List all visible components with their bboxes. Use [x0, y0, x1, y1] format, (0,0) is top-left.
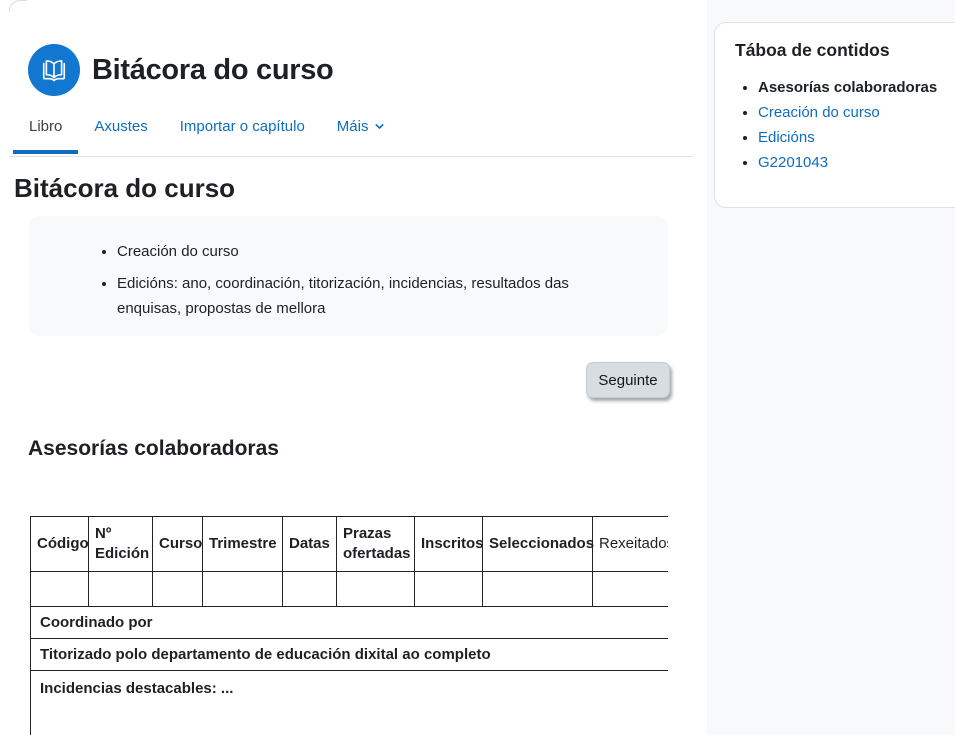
column-header: Nº Edición — [89, 517, 153, 572]
book-summary-box: Creación do curso Edicións: ano, coordin… — [29, 216, 668, 336]
column-header: Datas — [283, 517, 337, 572]
summary-item: Creación do curso — [117, 239, 623, 264]
tab-mais-dropdown[interactable]: Máis — [321, 110, 402, 154]
toc-item: Creación do curso — [758, 100, 955, 125]
page-title: Bitácora do curso — [92, 54, 333, 87]
summary-item: Edicións: ano, coordinación, titorizació… — [117, 271, 623, 321]
column-header: Código — [31, 517, 89, 572]
book-summary-list: Creación do curso Edicións: ano, coordin… — [29, 239, 623, 321]
tab-label: Libro — [29, 118, 62, 135]
card-corner-decoration — [9, 0, 27, 12]
column-header: Seleccionados — [483, 517, 593, 572]
column-header: Prazas ofertadas — [337, 517, 415, 572]
tab-importar-o-capitulo[interactable]: Importar o capítulo — [164, 110, 321, 154]
column-header: Curso — [153, 517, 203, 572]
main-content-region: Bitácora do curso Libro Axustes Importar… — [0, 0, 707, 735]
column-header: Trimestre — [203, 517, 283, 572]
next-chapter-button[interactable]: Seguinte — [586, 362, 670, 398]
table-row: Incidencias destacables: ... — [31, 671, 669, 735]
table-empty-cell — [203, 572, 283, 607]
table-empty-cell — [153, 572, 203, 607]
chevron-down-icon — [374, 121, 385, 132]
table-empty-cell — [415, 572, 483, 607]
toc-list: Asesorías colaboradoras Creación do curs… — [735, 75, 955, 175]
tab-axustes[interactable]: Axustes — [78, 110, 163, 154]
book-icon — [28, 44, 80, 96]
toc-title: Táboa de contidos — [735, 40, 955, 61]
table-empty-cell — [593, 572, 669, 607]
right-drawer-region: Táboa de contidos Asesorías colaboradora… — [707, 0, 955, 735]
tab-libro[interactable]: Libro — [13, 110, 78, 154]
tab-label: Máis — [337, 118, 369, 135]
column-header: Rexeitados — [593, 517, 669, 572]
toc-item-current: Asesorías colaboradoras — [758, 75, 955, 100]
coordinator-row: Coordinado por — [31, 607, 669, 639]
table-of-contents-card: Táboa de contidos Asesorías colaboradora… — [714, 22, 955, 208]
tutoring-row: Titorizado polo departamento de educació… — [31, 639, 669, 671]
table-empty-cell — [89, 572, 153, 607]
toc-link-g2201043[interactable]: G2201043 — [758, 154, 828, 171]
table-row: Coordinado por — [31, 607, 669, 639]
chapter-title-heading: Asesorías colaboradoras — [28, 437, 279, 461]
table-empty-cell — [31, 572, 89, 607]
activity-header: Bitácora do curso — [28, 44, 333, 96]
toc-item: Edicións — [758, 125, 955, 150]
table-empty-row — [31, 572, 669, 607]
chapter-table-container: Código Nº Edición Curso Trimestre Datas … — [30, 516, 668, 735]
table-empty-cell — [483, 572, 593, 607]
table-empty-cell — [337, 572, 415, 607]
toc-item: G2201043 — [758, 150, 955, 175]
table-empty-cell — [283, 572, 337, 607]
tab-label: Axustes — [94, 118, 147, 135]
toc-link-creacion-do-curso[interactable]: Creación do curso — [758, 104, 880, 121]
table-header-row: Código Nº Edición Curso Trimestre Datas … — [31, 517, 669, 572]
secondary-navigation: Libro Axustes Importar o capítulo Máis — [13, 110, 401, 154]
column-header: Inscritos — [415, 517, 483, 572]
tab-label: Importar o capítulo — [180, 118, 305, 135]
book-title-heading: Bitácora do curso — [14, 173, 235, 204]
tabs-divider — [10, 156, 693, 157]
incidents-row: Incidencias destacables: ... — [31, 671, 669, 735]
toc-link-edicions[interactable]: Edicións — [758, 129, 815, 146]
table-row: Titorizado polo departamento de educació… — [31, 639, 669, 671]
course-log-table: Código Nº Edición Curso Trimestre Datas … — [30, 516, 668, 735]
